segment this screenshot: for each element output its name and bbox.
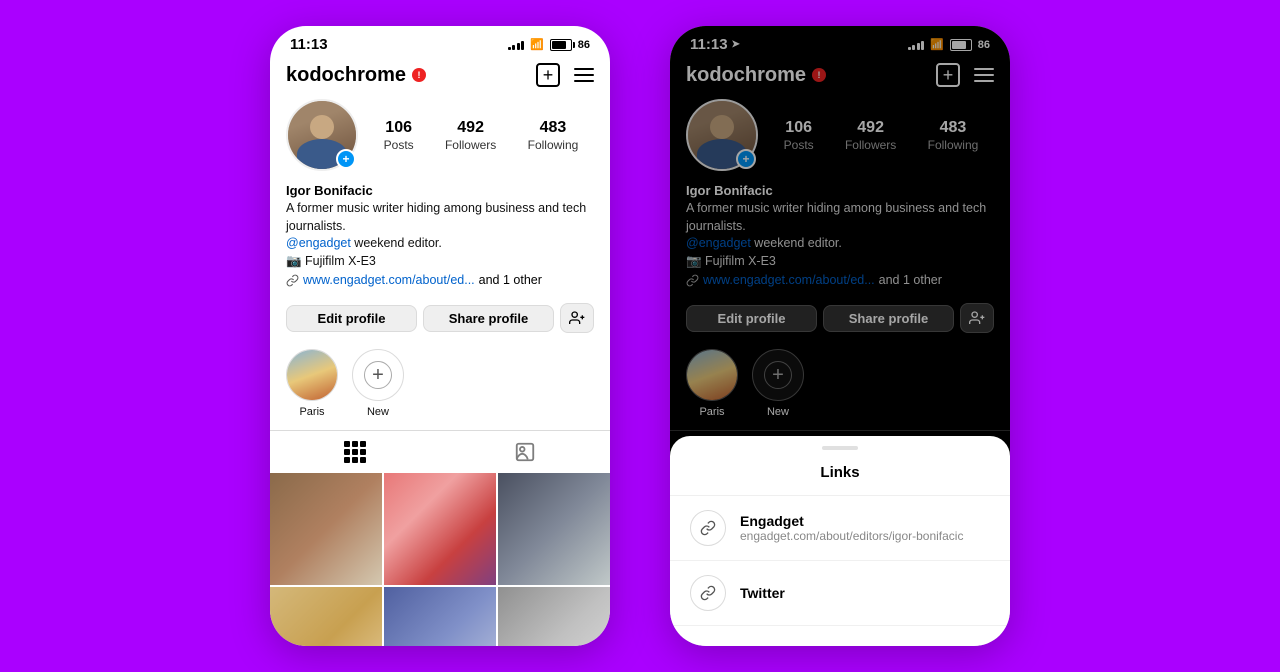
followers-count: 492 <box>457 119 484 137</box>
profile-stats-row: + 106 Posts 492 Followers 483 Following <box>286 99 594 171</box>
sheet-item-name-twitter: Twitter <box>740 585 990 601</box>
highlight-label-new: New <box>367 406 389 418</box>
following-stat[interactable]: 483 Following <box>528 119 579 152</box>
following-count: 483 <box>540 119 567 137</box>
action-buttons: Edit profile Share profile <box>286 303 594 333</box>
phone-left: 11:13 📶 86 kodochrome + <box>270 26 610 646</box>
sheet-item-twitter[interactable]: Twitter <box>670 561 1010 626</box>
bio-text: A former music writer hiding among busin… <box>286 200 594 270</box>
followers-stat[interactable]: 492 Followers <box>445 119 496 152</box>
new-post-icon[interactable]: + <box>536 63 560 87</box>
photo-grid-left <box>270 473 610 646</box>
avatar-wrap: + <box>286 99 358 171</box>
photo-1[interactable] <box>270 473 382 585</box>
photo-6[interactable] <box>498 587 610 646</box>
bio-line1: A former music writer hiding among busin… <box>286 201 586 215</box>
share-profile-button[interactable]: Share profile <box>423 305 554 332</box>
photo-5[interactable] <box>384 587 496 646</box>
link-icon-twitter <box>700 585 716 601</box>
sheet-title: Links <box>670 464 1010 496</box>
bio-camera: 📷 Fujifilm X-E3 <box>286 254 376 268</box>
bio-link-row: www.engadget.com/about/ed... and 1 other <box>286 273 594 287</box>
highlight-label-paris: Paris <box>299 406 324 418</box>
bio-handle-suffix: weekend editor. <box>351 236 442 250</box>
posts-count: 106 <box>385 119 412 137</box>
following-label: Following <box>528 138 579 152</box>
stats-group: 106 Posts 492 Followers 483 Following <box>368 119 594 152</box>
header-icons-left: + <box>536 63 594 87</box>
sheet-item-text-twitter: Twitter <box>740 585 990 601</box>
wifi-icon: 📶 <box>530 38 544 51</box>
username-row-left: kodochrome <box>286 64 426 87</box>
bio-handle[interactable]: @engadget <box>286 236 351 250</box>
time-left: 11:13 <box>290 36 328 53</box>
followers-label: Followers <box>445 138 496 152</box>
add-person-button[interactable] <box>560 303 594 333</box>
sheet-item-engadget[interactable]: Engadget engadget.com/about/editors/igor… <box>670 496 1010 561</box>
new-highlight-plus-icon: + <box>364 361 392 389</box>
sheet-item-url-engadget: engadget.com/about/editors/igor-bonifaci… <box>740 529 990 543</box>
highlights-row: Paris + New <box>286 341 594 430</box>
signal-icon <box>508 39 525 50</box>
add-person-icon <box>569 310 585 326</box>
link-icon <box>286 274 299 287</box>
bio-section: Igor Bonifacic A former music writer hid… <box>286 181 594 295</box>
sheet-handle <box>822 446 858 450</box>
app-header-left: kodochrome + <box>270 57 610 95</box>
menu-icon[interactable] <box>574 68 594 82</box>
sheet-item-name-engadget: Engadget <box>740 513 990 529</box>
highlight-new[interactable]: + New <box>352 349 404 418</box>
edit-profile-button[interactable]: Edit profile <box>286 305 417 332</box>
paris-thumb <box>287 350 337 400</box>
tab-grid[interactable] <box>270 441 440 463</box>
photo-3[interactable] <box>498 473 610 585</box>
follow-badge[interactable]: + <box>336 149 356 169</box>
bio-line2: journalists. <box>286 219 346 233</box>
tab-bar-left <box>270 430 610 473</box>
notification-dot-left[interactable] <box>412 68 426 82</box>
bio-link-text[interactable]: www.engadget.com/about/ed... <box>303 273 475 287</box>
bio-name: Igor Bonifacic <box>286 183 594 198</box>
highlight-paris[interactable]: Paris <box>286 349 338 418</box>
bio-link-extra: and 1 other <box>479 273 542 287</box>
highlight-circle-paris <box>286 349 338 401</box>
status-icons-left: 📶 86 <box>508 38 590 51</box>
photo-4[interactable] <box>270 587 382 646</box>
tab-person[interactable] <box>440 441 610 463</box>
sheet-item-icon-twitter <box>690 575 726 611</box>
sheet-item-text-engadget: Engadget engadget.com/about/editors/igor… <box>740 513 990 543</box>
username-left: kodochrome <box>286 64 406 87</box>
profile-section-left: + 106 Posts 492 Followers 483 Following … <box>270 95 610 430</box>
status-bar-left: 11:13 📶 86 <box>270 26 610 57</box>
grid-icon <box>344 441 366 463</box>
battery-percent: 86 <box>578 39 590 51</box>
posts-stat[interactable]: 106 Posts <box>384 119 414 152</box>
phone-right: 11:13 ➤ 📶 86 kodochrome + <box>670 26 1010 646</box>
link-icon-engadget <box>700 520 716 536</box>
battery-icon <box>550 39 572 51</box>
posts-label: Posts <box>384 138 414 152</box>
highlight-circle-new: + <box>352 349 404 401</box>
person-icon <box>514 441 536 463</box>
sheet-item-icon-engadget <box>690 510 726 546</box>
bottom-sheet: Links Engadget engadget.com/about/editor… <box>670 436 1010 646</box>
photo-2[interactable] <box>384 473 496 585</box>
